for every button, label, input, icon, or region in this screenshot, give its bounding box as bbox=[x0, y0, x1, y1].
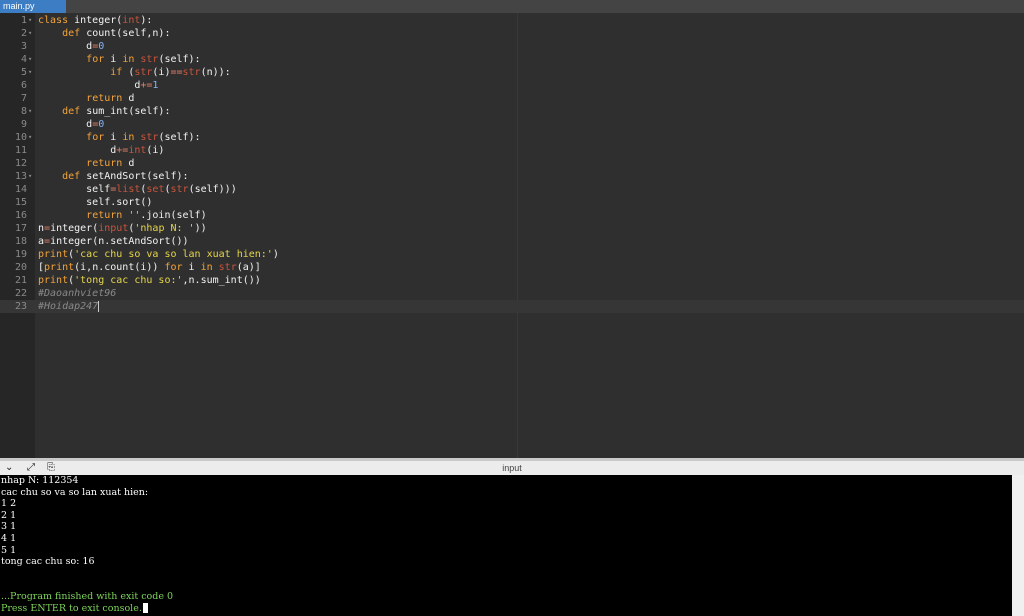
fold-arrow-icon[interactable]: ▾ bbox=[28, 53, 34, 66]
code-text: a=integer(n.setAndSort()) bbox=[38, 236, 189, 247]
code-line[interactable]: 5 ▾ if (str(i)==str(n)): bbox=[0, 66, 1024, 79]
code-editor[interactable]: 1 ▾ class integer(int): 2 ▾ def count(self,n… bbox=[0, 13, 1024, 458]
code-line[interactable]: 22 #Daoanhviet96 bbox=[0, 287, 1024, 300]
line-number: 6 bbox=[20, 80, 27, 91]
fold-arrow-icon[interactable]: ▾ bbox=[28, 131, 34, 144]
tab-bar: main.py bbox=[0, 0, 1024, 13]
line-number: 4 bbox=[20, 54, 27, 65]
code-text: d+=int(i) bbox=[38, 145, 165, 156]
code-text: return d bbox=[86, 158, 135, 169]
code-line[interactable]: 23 #Hoidap247 bbox=[0, 300, 1024, 313]
code-line[interactable]: 3 d=0 bbox=[0, 40, 1024, 53]
fold-arrow-icon[interactable]: ▾ bbox=[28, 105, 34, 118]
line-number: 22 bbox=[14, 288, 27, 299]
console-cursor bbox=[142, 603, 148, 614]
console-line: nhap N: 112354 bbox=[1, 475, 79, 486]
code-line[interactable]: 10 ▾ for i in str(self): bbox=[0, 131, 1024, 144]
line-number: 16 bbox=[14, 210, 27, 221]
line-number: 2 bbox=[20, 28, 27, 39]
line-number: 23 bbox=[14, 301, 27, 312]
text-cursor bbox=[98, 300, 100, 312]
code-text: print('cac chu so va so lan xuat hien:') bbox=[38, 249, 279, 260]
line-number: 21 bbox=[14, 275, 27, 286]
code-line[interactable]: 15 self.sort() bbox=[0, 196, 1024, 209]
line-number: 15 bbox=[14, 197, 27, 208]
code-text: n=integer(input('nhap N: ')) bbox=[38, 223, 207, 234]
code-text: print('tong cac chu so:',n.sum_int()) bbox=[38, 275, 261, 286]
line-number: 3 bbox=[20, 41, 27, 52]
console-line: Press ENTER to exit console. bbox=[1, 603, 148, 615]
line-number: 13 bbox=[14, 171, 27, 182]
line-number: 17 bbox=[14, 223, 27, 234]
console-line: 3 1 bbox=[1, 521, 17, 533]
code-line[interactable]: 4 ▾ for i in str(self): bbox=[0, 53, 1024, 66]
line-number: 8 bbox=[20, 106, 27, 117]
code-text: if (str(i)==str(n)): bbox=[110, 67, 231, 78]
console-line: cac chu so va so lan xuat hien: bbox=[1, 486, 149, 498]
code-line[interactable]: 20 [print(i,n.count(i)) for i in str(a)] bbox=[0, 261, 1024, 274]
code-text: self.sort() bbox=[38, 197, 153, 208]
console-line: 1 2 bbox=[1, 498, 17, 510]
code-text: class integer(int): bbox=[38, 15, 153, 26]
fold-arrow-icon[interactable]: ▾ bbox=[28, 27, 34, 40]
code-text: [print(i,n.count(i)) for i in str(a)] bbox=[38, 262, 261, 273]
console-line: ...Program finished with exit code 0 bbox=[1, 591, 174, 602]
fold-arrow-icon[interactable]: ▾ bbox=[28, 14, 34, 27]
maximize-console-icon[interactable]: ⤢ bbox=[27, 462, 35, 474]
code-text: def setAndSort(self): bbox=[62, 171, 189, 182]
line-number: 20 bbox=[14, 262, 27, 273]
code-line[interactable]: 14 self=list(set(str(self))) bbox=[0, 183, 1024, 196]
code-line[interactable]: 1 ▾ class integer(int): bbox=[0, 14, 1024, 27]
code-text: for i in str(self): bbox=[86, 132, 201, 143]
code-line[interactable]: 7 return d bbox=[0, 92, 1024, 105]
line-number: 14 bbox=[14, 184, 27, 195]
code-text: return d bbox=[86, 93, 135, 104]
line-number: 7 bbox=[20, 93, 27, 104]
line-number: 12 bbox=[14, 158, 27, 169]
code-text: #Hoidap247 bbox=[38, 300, 100, 312]
code-line[interactable]: 11 d+=int(i) bbox=[0, 144, 1024, 157]
code-line[interactable]: 9 d=0 bbox=[0, 118, 1024, 131]
code-text: def sum_int(self): bbox=[62, 106, 171, 117]
code-text: for i in str(self): bbox=[86, 54, 201, 65]
io-toolbar: input ⌄ ⤢ ⎘ bbox=[0, 461, 1024, 475]
code-text: #Daoanhviet96 bbox=[38, 288, 117, 299]
console-line: 4 1 bbox=[1, 533, 17, 544]
tab-main-py[interactable]: main.py bbox=[0, 0, 66, 13]
code-line[interactable]: 12 return d bbox=[0, 157, 1024, 170]
code-line[interactable]: 17 n=integer(input('nhap N: ')) bbox=[0, 222, 1024, 235]
code-text: d+=1 bbox=[38, 80, 159, 91]
fold-arrow-icon[interactable]: ▾ bbox=[28, 170, 34, 183]
line-number: 10 bbox=[14, 132, 27, 143]
code-text: d=0 bbox=[38, 119, 105, 130]
code-text: def count(self,n): bbox=[62, 28, 171, 39]
line-number: 11 bbox=[14, 145, 27, 156]
code-line[interactable]: 18 a=integer(n.setAndSort()) bbox=[0, 235, 1024, 248]
line-number: 19 bbox=[14, 249, 27, 260]
code-line[interactable]: 21 print('tong cac chu so:',n.sum_int()) bbox=[0, 274, 1024, 287]
console-line: 2 1 bbox=[1, 509, 17, 521]
line-number: 1 bbox=[20, 15, 27, 26]
code-text: self=list(set(str(self))) bbox=[38, 184, 237, 195]
code-line[interactable]: 6 d+=1 bbox=[0, 79, 1024, 92]
io-title: input bbox=[502, 463, 522, 473]
code-line[interactable]: 19 print('cac chu so va so lan xuat hien:… bbox=[0, 248, 1024, 261]
code-line[interactable]: 16 return ''.join(self) bbox=[0, 209, 1024, 222]
code-text: return ''.join(self) bbox=[86, 210, 207, 221]
code-line[interactable]: 8 ▾ def sum_int(self): bbox=[0, 105, 1024, 118]
code-line[interactable]: 13 ▾ def setAndSort(self): bbox=[0, 170, 1024, 183]
console-line: 5 1 bbox=[1, 544, 17, 556]
line-number: 18 bbox=[14, 236, 27, 247]
console-line: tong cac chu so: 16 bbox=[1, 556, 95, 568]
line-number: 9 bbox=[20, 119, 27, 130]
line-number: 5 bbox=[20, 67, 27, 78]
collapse-console-icon[interactable]: ⌄ bbox=[5, 462, 13, 474]
console-scrollbar[interactable] bbox=[1012, 475, 1024, 616]
fold-arrow-icon[interactable]: ▾ bbox=[28, 66, 34, 79]
copy-output-icon[interactable]: ⎘ bbox=[47, 462, 55, 474]
output-console[interactable]: nhap N: 112354 cac chu so va so lan xuat … bbox=[0, 475, 1012, 616]
code-text: d=0 bbox=[38, 41, 105, 52]
code-line[interactable]: 2 ▾ def count(self,n): bbox=[0, 27, 1024, 40]
